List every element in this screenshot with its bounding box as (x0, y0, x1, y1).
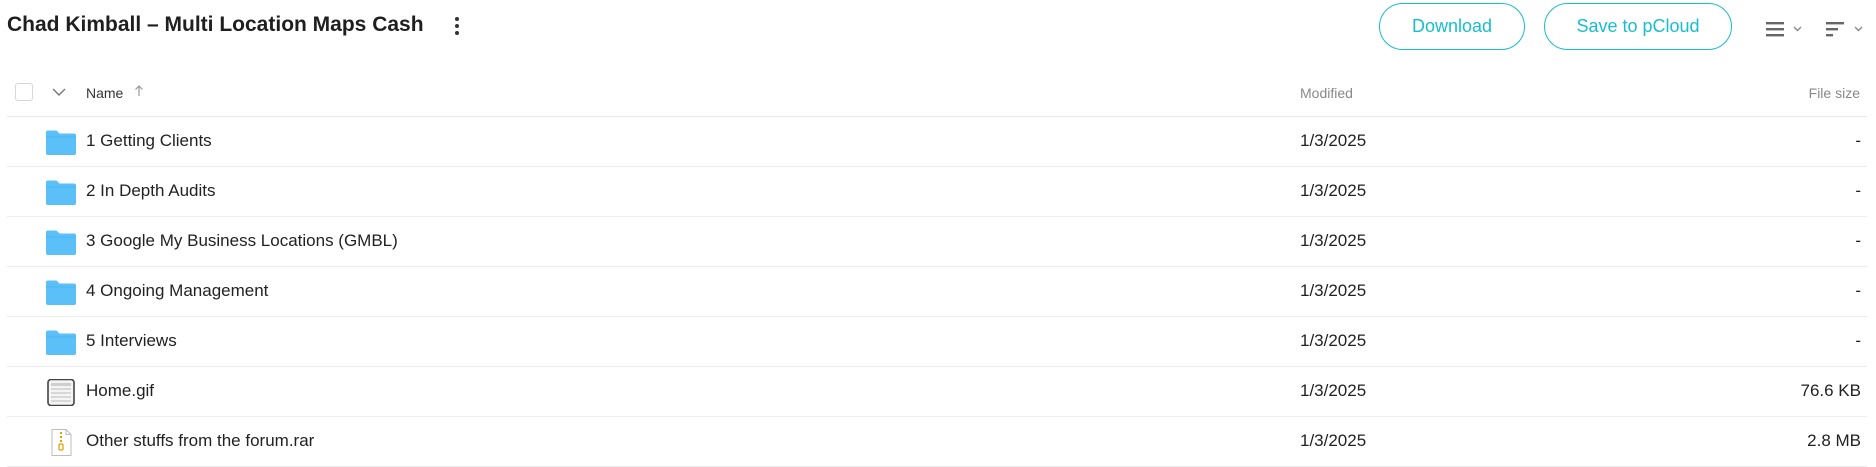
toolbar: Chad Kimball – Multi Location Maps Cash … (0, 0, 1876, 56)
file-name[interactable]: 4 Ongoing Management (86, 281, 268, 301)
chevron-down-icon[interactable] (51, 85, 67, 103)
folder-icon (45, 179, 77, 206)
list-view-icon (1766, 22, 1802, 37)
folder-icon (45, 229, 77, 256)
file-row[interactable]: Home.gif 1/3/2025 76.6 KB (7, 367, 1867, 417)
file-row[interactable]: 3 Google My Business Locations (GMBL) 1/3… (7, 217, 1867, 267)
file-name[interactable]: Home.gif (86, 381, 154, 401)
folder-icon (45, 329, 77, 356)
sort-ascending-icon (134, 84, 144, 103)
file-size: - (1855, 331, 1861, 350)
select-all-checkbox[interactable] (15, 83, 33, 101)
file-size: - (1855, 131, 1861, 150)
file-size: - (1855, 181, 1861, 200)
more-options-icon[interactable] (446, 15, 468, 41)
modified-date: 1/3/2025 (1300, 281, 1367, 300)
file-size: - (1855, 281, 1861, 300)
modified-date: 1/3/2025 (1300, 331, 1367, 350)
modified-date: 1/3/2025 (1300, 231, 1367, 250)
file-row[interactable]: Other stuffs from the forum.rar 1/3/2025 2… (7, 417, 1867, 467)
file-row[interactable]: 1 Getting Clients 1/3/2025 - (7, 117, 1867, 167)
archive-file-icon (45, 429, 77, 456)
file-list: 1 Getting Clients 1/3/2025-2 In Depth Aud… (7, 117, 1867, 467)
file-name[interactable]: Other stuffs from the forum.rar (86, 431, 314, 451)
sort-icon (1826, 22, 1863, 37)
view-mode-toggle[interactable] (1764, 18, 1806, 40)
file-size: 76.6 KB (1800, 381, 1862, 400)
column-header-name[interactable]: Name (86, 85, 123, 101)
file-row[interactable]: 5 Interviews 1/3/2025 - (7, 317, 1867, 367)
download-button[interactable]: Download (1379, 3, 1525, 50)
file-size: - (1855, 231, 1861, 250)
file-row[interactable]: 4 Ongoing Management 1/3/2025 - (7, 267, 1867, 317)
sort-menu-toggle[interactable] (1825, 18, 1869, 40)
image-file-icon (45, 378, 77, 407)
file-size: 2.8 MB (1807, 431, 1861, 450)
save-to-pcloud-button[interactable]: Save to pCloud (1544, 3, 1732, 50)
modified-date: 1/3/2025 (1300, 181, 1367, 200)
modified-date: 1/3/2025 (1300, 431, 1367, 450)
modified-date: 1/3/2025 (1300, 131, 1367, 150)
file-name[interactable]: 2 In Depth Audits (86, 181, 215, 201)
folder-icon (45, 129, 77, 156)
page-title: Chad Kimball – Multi Location Maps Cash (7, 13, 424, 36)
file-name[interactable]: 5 Interviews (86, 331, 177, 351)
modified-date: 1/3/2025 (1300, 381, 1367, 400)
column-header-file-size[interactable]: File size (1809, 85, 1860, 101)
table-header: Name Modified File size (7, 72, 1867, 117)
column-header-modified[interactable]: Modified (1300, 85, 1353, 101)
folder-icon (45, 279, 77, 306)
file-name[interactable]: 3 Google My Business Locations (GMBL) (86, 231, 398, 251)
file-row[interactable]: 2 In Depth Audits 1/3/2025 - (7, 167, 1867, 217)
file-name[interactable]: 1 Getting Clients (86, 131, 212, 151)
